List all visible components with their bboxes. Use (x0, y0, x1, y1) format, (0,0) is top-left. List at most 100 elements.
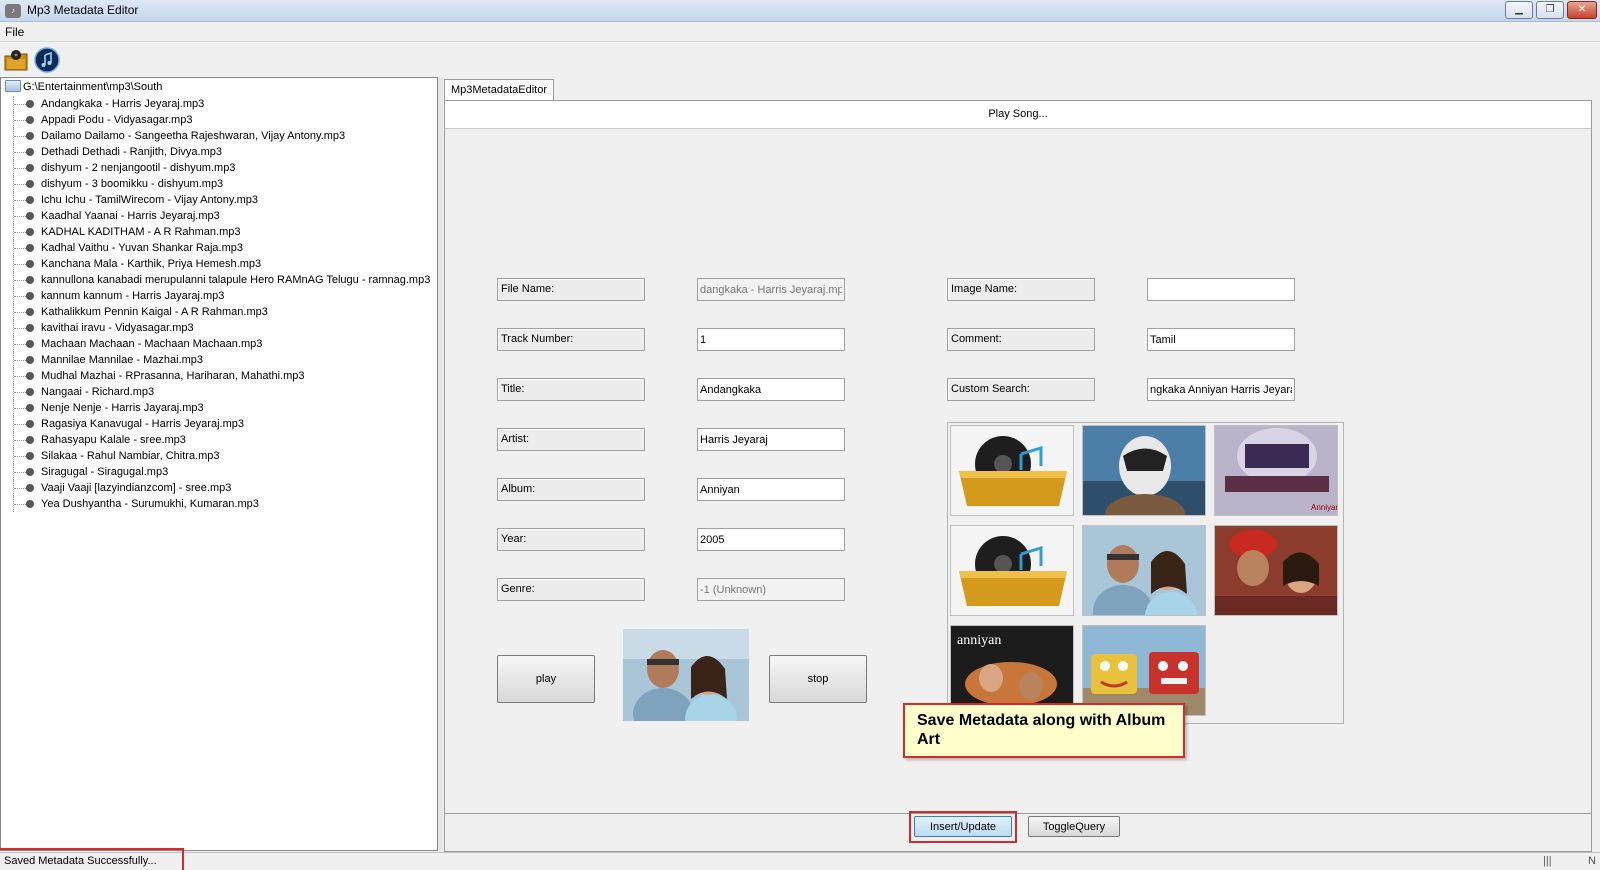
album-field[interactable] (697, 478, 845, 501)
tree-item[interactable]: Nenje Nenje - Harris Jayaraj.mp3 (1, 400, 437, 416)
file-bullet-icon (26, 372, 34, 380)
file-bullet-icon (26, 420, 34, 428)
album-art-thumbnail[interactable] (950, 525, 1074, 616)
file-bullet-icon (26, 116, 34, 124)
window-title: Mp3 Metadata Editor (27, 3, 139, 17)
tree-item[interactable]: dishyum - 2 nenjangootil - dishyum.mp3 (1, 160, 437, 176)
track-number-field[interactable] (697, 328, 845, 351)
album-art-thumbnail[interactable] (1082, 525, 1206, 616)
tree-item-label: Ichu Ichu - TamilWirecom - Vijay Antony.… (41, 194, 259, 206)
tree-item[interactable]: Andangkaka - Harris Jeyaraj.mp3 (1, 96, 437, 112)
status-highlight (0, 848, 184, 870)
comment-field[interactable] (1147, 328, 1295, 351)
tree-item[interactable]: Silakaa - Rahul Nambiar, Chitra.mp3 (1, 448, 437, 464)
tree-item[interactable]: Vaaji Vaaji [lazyindianzcom] - sree.mp3 (1, 480, 437, 496)
close-button[interactable]: ✕ (1567, 1, 1597, 19)
file-bullet-icon (26, 404, 34, 412)
toolbar (0, 44, 1600, 74)
tree-items: Andangkaka - Harris Jeyaraj.mp3 Appadi Po… (1, 96, 437, 512)
tree-item[interactable]: Appadi Podu - Vidyasagar.mp3 (1, 112, 437, 128)
tree-item-label: Kathalikkum Pennin Kaigal - A R Rahman.m… (41, 306, 268, 318)
toggle-query-button[interactable]: ToggleQuery (1028, 816, 1120, 837)
tree-item-label: Rahasyapu Kalale - sree.mp3 (41, 434, 186, 446)
file-bullet-icon (26, 452, 34, 460)
stop-button[interactable]: stop (769, 655, 867, 703)
album-art-thumbnail[interactable] (1214, 525, 1338, 616)
insert-update-button[interactable]: Insert/Update (914, 816, 1012, 837)
tree-item[interactable]: Mudhal Mazhai - RPrasanna, Hariharan, Ma… (1, 368, 437, 384)
tree-item[interactable]: Ichu Ichu - TamilWirecom - Vijay Antony.… (1, 192, 437, 208)
file-bullet-icon (26, 308, 34, 316)
tree-item[interactable]: kavithai iravu - Vidyasagar.mp3 (1, 320, 437, 336)
menu-bar: File (0, 22, 1600, 42)
file-tree[interactable]: G:\Entertainment\mp3\South Andangkaka - … (0, 77, 438, 851)
tree-item-label: Mannilae Mannilae - Mazhai.mp3 (41, 354, 204, 366)
genre-label: Genre: (497, 578, 645, 601)
tree-item[interactable]: Kaadhal Yaanai - Harris Jeyaraj.mp3 (1, 208, 437, 224)
music-folder-icon (951, 426, 1073, 515)
tree-item-label: Dethadi Dethadi - Ranjith, Divya.mp3 (41, 146, 222, 158)
file-name-label: File Name: (497, 278, 645, 301)
tree-item[interactable]: Machaan Machaan - Machaan Machaan.mp3 (1, 336, 437, 352)
status-bar: Saved Metadata Successfully... ||| N (0, 848, 1600, 870)
tree-item-label: Mudhal Mazhai - RPrasanna, Hariharan, Ma… (41, 370, 305, 382)
tree-item[interactable]: kannullona kanabadi merupulanni talapule… (1, 272, 437, 288)
tree-item[interactable]: KADHAL KADITHAM - A R Rahman.mp3 (1, 224, 437, 240)
title-bar: ♪ Mp3 Metadata Editor ▁ ❐ ✕ (0, 0, 1600, 22)
year-field[interactable] (697, 528, 845, 551)
file-bullet-icon (26, 260, 34, 268)
tree-item[interactable]: Yea Dushyantha - Surumukhi, Kumaran.mp3 (1, 496, 437, 512)
file-bullet-icon (26, 388, 34, 396)
folder-icon (5, 80, 21, 92)
tree-item[interactable]: Nangaai - Richard.mp3 (1, 384, 437, 400)
tree-item-label: Vaaji Vaaji [lazyindianzcom] - sree.mp3 (41, 482, 232, 494)
tab-mp3-metadata-editor[interactable]: Mp3MetadataEditor (444, 79, 554, 101)
album-art-grid[interactable]: Anniyan anniyan (947, 422, 1344, 724)
tree-item-label: Yea Dushyantha - Surumukhi, Kumaran.mp3 (41, 498, 259, 510)
tree-item[interactable]: Kadhal Vaithu - Yuvan Shankar Raja.mp3 (1, 240, 437, 256)
status-segment: N (1588, 855, 1596, 867)
tree-item[interactable]: Dethadi Dethadi - Ranjith, Divya.mp3 (1, 144, 437, 160)
app-icon: ♪ (5, 4, 21, 18)
music-note-icon[interactable] (34, 47, 60, 73)
tree-item[interactable]: Kathalikkum Pennin Kaigal - A R Rahman.m… (1, 304, 437, 320)
image-name-field[interactable] (1147, 278, 1295, 301)
tree-item[interactable]: kannum kannum - Harris Jayaraj.mp3 (1, 288, 437, 304)
play-song-bar[interactable]: Play Song... (445, 101, 1591, 129)
splitter[interactable] (438, 77, 443, 851)
tree-item[interactable]: Dailamo Dailamo - Sangeetha Rajeshwaran,… (1, 128, 437, 144)
album-label: Album: (497, 478, 645, 501)
maximize-button[interactable]: ❐ (1536, 1, 1564, 19)
track-number-label: Track Number: (497, 328, 645, 351)
genre-field[interactable] (697, 578, 845, 601)
minimize-button[interactable]: ▁ (1505, 1, 1533, 19)
file-name-field[interactable] (697, 278, 845, 301)
artist-field[interactable] (697, 428, 845, 451)
title-label: Title: (497, 378, 645, 401)
image-name-label: Image Name: (947, 278, 1095, 301)
album-art-thumbnail[interactable] (950, 425, 1074, 516)
year-label: Year: (497, 528, 645, 551)
tree-item[interactable]: Mannilae Mannilae - Mazhai.mp3 (1, 352, 437, 368)
custom-search-field[interactable] (1147, 378, 1295, 401)
tree-item[interactable]: Siragugal - Siragugal.mp3 (1, 464, 437, 480)
tree-item[interactable]: Kanchana Mala - Karthik, Priya Hemesh.mp… (1, 256, 437, 272)
album-art-thumbnail[interactable]: Anniyan (1214, 425, 1338, 516)
open-folder-icon[interactable] (3, 47, 29, 73)
tree-root[interactable]: G:\Entertainment\mp3\South (5, 80, 162, 95)
file-bullet-icon (26, 500, 34, 508)
status-segment: ||| (1543, 855, 1552, 867)
tree-item-label: Kanchana Mala - Karthik, Priya Hemesh.mp… (41, 258, 262, 270)
couple-red-turban-image (1215, 526, 1337, 615)
tree-item[interactable]: Ragasiya Kanavugal - Harris Jeyaraj.mp3 (1, 416, 437, 432)
tree-item-label: Siragugal - Siragugal.mp3 (41, 466, 169, 478)
menu-file[interactable]: File (5, 25, 24, 39)
tree-item[interactable]: Rahasyapu Kalale - sree.mp3 (1, 432, 437, 448)
file-bullet-icon (26, 228, 34, 236)
title-field[interactable] (697, 378, 845, 401)
tree-item-label: Ragasiya Kanavugal - Harris Jeyaraj.mp3 (41, 418, 244, 430)
album-art-thumbnail[interactable] (1082, 425, 1206, 516)
tree-item[interactable]: dishyum - 3 boomikku - dishyum.mp3 (1, 176, 437, 192)
artist-label: Artist: (497, 428, 645, 451)
play-button[interactable]: play (497, 655, 595, 703)
